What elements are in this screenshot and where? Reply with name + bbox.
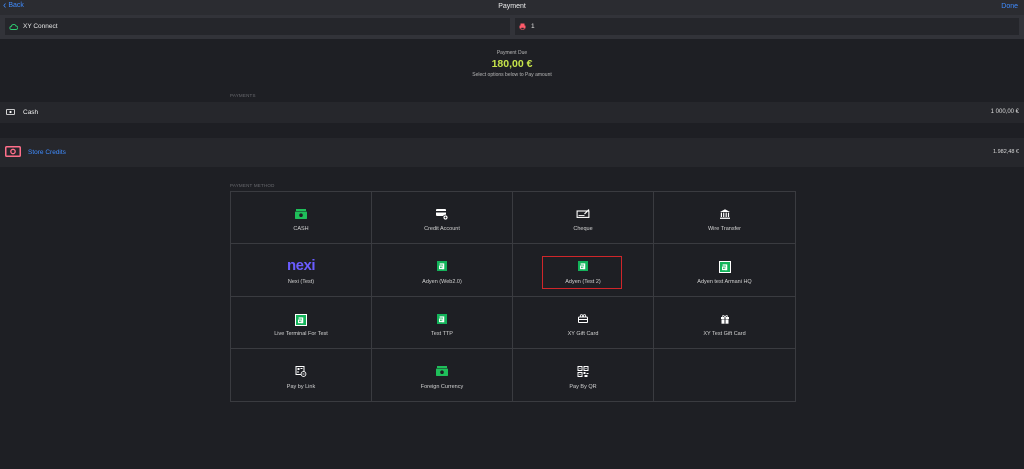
payment-value: 1.982,48 €: [993, 149, 1019, 155]
method-label: Adyen test Armani HQ: [697, 278, 752, 285]
payment-due-instruction: Select options below to Pay amount: [472, 72, 552, 78]
adyen-icon: [437, 313, 447, 324]
payment-row-cash[interactable]: Cash 1 000,00 €: [0, 102, 1024, 123]
method-adyen-test-2[interactable]: Adyen (Test 2): [513, 244, 654, 297]
method-wire-transfer[interactable]: Wire Transfer: [654, 192, 795, 245]
connection-label: XY Connect: [23, 23, 58, 30]
method-label: CASH: [293, 226, 309, 233]
store-credits-icon: [5, 146, 21, 157]
method-label: Adyen (Web2.0): [422, 278, 462, 285]
adyen-icon: [718, 261, 731, 274]
bank-icon: [719, 209, 730, 219]
payment-method-grid: CASH Credit Account Cheque Wire Transfer: [230, 191, 796, 402]
method-pay-by-link[interactable]: Pay by Link: [231, 348, 372, 401]
gift-card-icon: [578, 313, 588, 323]
adyen-icon: [295, 313, 307, 326]
method-label: Live Terminal For Test: [274, 330, 328, 337]
pay-by-link-icon: [295, 365, 307, 377]
done-button[interactable]: Done: [1001, 3, 1018, 10]
foreign-currency-icon: [436, 365, 448, 376]
method-test-ttp[interactable]: Test TTP: [372, 296, 513, 349]
method-label: Test TTP: [431, 330, 453, 337]
payment-due-amount: 180,00 €: [491, 58, 533, 70]
quantity-chip[interactable]: 1: [515, 18, 1019, 35]
cheque-icon: [576, 209, 590, 218]
method-cheque[interactable]: Cheque: [513, 192, 654, 245]
payment-due-label: Payment Due: [496, 50, 528, 56]
gift-icon: [720, 314, 729, 324]
connection-chip[interactable]: XY Connect: [5, 18, 510, 35]
payment-method-section-label: PAYMENT METHOD: [230, 183, 275, 188]
method-credit-account[interactable]: Credit Account: [372, 192, 513, 245]
nexi-logo: nexi: [286, 257, 316, 275]
method-label: XY Test Gift Card: [703, 330, 746, 337]
method-nexi-test[interactable]: nexi Nexi (Test): [231, 244, 372, 297]
adyen-icon: [437, 261, 447, 272]
method-label: XY Gift Card: [567, 330, 599, 337]
method-label: Credit Account: [424, 226, 460, 233]
cash-icon: [6, 109, 15, 115]
page-title: Payment: [498, 3, 526, 10]
method-cash[interactable]: CASH: [231, 192, 372, 245]
printer-icon: [519, 23, 526, 30]
info-bar: XY Connect 1: [0, 15, 1024, 39]
method-xy-gift-card[interactable]: XY Gift Card: [513, 296, 654, 349]
payment-name: Store Credits: [28, 149, 66, 156]
top-bar: ‹ Back Payment Done: [0, 0, 1024, 15]
method-label: Pay By QR: [569, 384, 597, 390]
empty-cell: [654, 349, 795, 401]
adyen-icon: [578, 261, 588, 272]
method-adyen-test-armani-hq[interactable]: Adyen test Armani HQ: [654, 244, 795, 297]
payments-section-label: PAYMENTS: [230, 93, 256, 98]
payment-due-panel: Payment Due 180,00 € Select options belo…: [0, 50, 1024, 78]
method-foreign-currency[interactable]: Foreign Currency: [372, 348, 513, 401]
payment-row-store-credits[interactable]: Store Credits 1.982,48 €: [0, 138, 1024, 167]
payment-value: 1 000,00 €: [990, 109, 1019, 115]
credit-account-icon: [436, 209, 448, 220]
qr-code-icon: [577, 365, 589, 377]
method-label: Pay by Link: [286, 384, 316, 390]
payment-name: Cash: [23, 109, 39, 116]
method-label: Wire Transfer: [707, 226, 741, 233]
cloud-icon: [9, 23, 18, 30]
method-label: Nexi (Test): [287, 278, 315, 285]
cash-note-icon: [295, 209, 307, 219]
quantity-label: 1: [531, 23, 535, 30]
method-label: Foreign Currency: [420, 384, 464, 390]
method-pay-by-qr[interactable]: Pay By QR: [513, 348, 654, 401]
method-xy-test-gift-card[interactable]: XY Test Gift Card: [654, 297, 795, 349]
method-adyen-web2[interactable]: Adyen (Web2.0): [372, 244, 513, 297]
method-live-terminal-for-test[interactable]: Live Terminal For Test: [231, 296, 372, 349]
method-label: Cheque: [573, 226, 593, 233]
